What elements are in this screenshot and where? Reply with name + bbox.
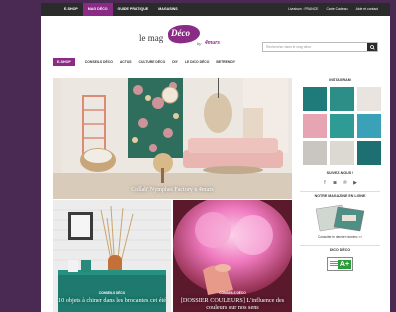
tab-guide-pratique[interactable]: GUIDE PRATIQUE (113, 3, 154, 16)
help-contact-link[interactable]: Aide et contact (352, 3, 382, 16)
nav-culture-deco[interactable]: CULTURE DÉCO (139, 60, 166, 64)
instagram-post[interactable] (303, 114, 327, 138)
article-image (53, 200, 171, 312)
delivery-country-link[interactable]: Livraison : FRANCE (284, 3, 322, 16)
instagram-post[interactable] (303, 87, 327, 111)
instagram-post[interactable] (303, 141, 327, 165)
hero-image (53, 78, 292, 199)
logo-brand: 4murs (205, 40, 221, 46)
magazine-link[interactable]: Consulter le dernier numéro >> (300, 235, 380, 239)
instagram-post[interactable] (330, 114, 354, 138)
instagram-post[interactable] (357, 141, 381, 165)
article-image (173, 200, 292, 312)
dico-deco-title: DICO DÉCO (329, 248, 351, 252)
article-card[interactable]: CONSEILS DÉCO [DOSSIER COULEURS] L'influ… (173, 200, 292, 312)
badge-lines (330, 261, 338, 262)
nav-actus[interactable]: ACTUS (120, 60, 132, 64)
search-button[interactable] (367, 43, 377, 51)
nav-dico-deco[interactable]: LE DICO DÉCO (185, 60, 210, 64)
site-logo[interactable]: le mag Déco by 4murs (139, 23, 229, 51)
article-card[interactable]: CONSEILS DÉCO 10 objets à chiner dans le… (53, 200, 171, 312)
facebook-icon[interactable]: f (322, 180, 328, 186)
nav-diy[interactable]: DIY (172, 60, 178, 64)
tab-mag-deco[interactable]: MAG DÉCO (82, 3, 113, 16)
divider (300, 191, 380, 192)
follow-us-title: SUIVEZ-NOUS ! (326, 171, 354, 175)
divider (300, 245, 380, 246)
nav-betrendy[interactable]: BETRENDY (216, 60, 235, 64)
instagram-icon[interactable]: ◙ (332, 180, 338, 186)
article-title[interactable]: 10 objets à chiner dans les brocantes ce… (53, 297, 171, 304)
header: le mag Déco by 4murs Rechercher dans le … (41, 16, 390, 56)
instagram-post[interactable] (357, 87, 381, 111)
air-quality-badge: A+ (327, 257, 353, 271)
nav-conseils-deco[interactable]: CONSEILS DÉCO (85, 60, 113, 64)
gift-card-link[interactable]: Carte Cadeau (322, 3, 351, 16)
magazine-title: NOTRE MAGAZINE EN LIGNE (314, 194, 366, 198)
search-input[interactable]: Rechercher dans le mag déco (263, 43, 367, 51)
tab-eshop[interactable]: E-SHOP (59, 3, 83, 16)
article-title[interactable]: [DOSSIER COULEURS] L'influence des coule… (173, 297, 292, 311)
article-category: CONSEILS DÉCO (219, 291, 246, 295)
search-icon (369, 44, 375, 50)
instagram-title: INSTAGRAM (329, 78, 351, 82)
nav-eshop-button[interactable]: E-SHOP (53, 57, 75, 66)
social-links: f ◙ ℗ ▶ (300, 180, 380, 186)
instagram-post[interactable] (330, 87, 354, 111)
magazine-image (312, 203, 368, 233)
instagram-post[interactable] (357, 114, 381, 138)
youtube-icon[interactable]: ▶ (352, 180, 358, 186)
search-box: Rechercher dans le mag déco (262, 42, 378, 52)
badge-rating: A+ (338, 260, 351, 269)
featured-article-title[interactable]: Collab' Nymphes Factory x 4murs (53, 187, 292, 193)
tab-magasins[interactable]: MAGASINS (153, 3, 182, 16)
sidebar: INSTAGRAM SUIVEZ-NOUS ! f ◙ ℗ ▶ NOTRE MA… (300, 78, 381, 271)
main-nav: E-SHOP CONSEILS DÉCO ACTUS CULTURE DÉCO … (41, 56, 390, 67)
top-bar: E-SHOP MAG DÉCO GUIDE PRATIQUE MAGASINS … (41, 3, 390, 16)
featured-article[interactable]: Collab' Nymphes Factory x 4murs (53, 78, 292, 199)
logo-le-mag: le mag (139, 33, 164, 43)
logo-by: by (197, 41, 202, 46)
instagram-post[interactable] (330, 141, 354, 165)
top-bar-links: Livraison : FRANCE Carte Cadeau Aide et … (284, 3, 390, 16)
magazine-cover[interactable] (312, 203, 368, 233)
logo-deco: Déco (171, 28, 190, 38)
instagram-grid (303, 87, 381, 165)
pinterest-icon[interactable]: ℗ (342, 180, 348, 186)
browser-page: E-SHOP MAG DÉCO GUIDE PRATIQUE MAGASINS … (41, 3, 390, 312)
article-category: CONSEILS DÉCO (98, 291, 126, 295)
